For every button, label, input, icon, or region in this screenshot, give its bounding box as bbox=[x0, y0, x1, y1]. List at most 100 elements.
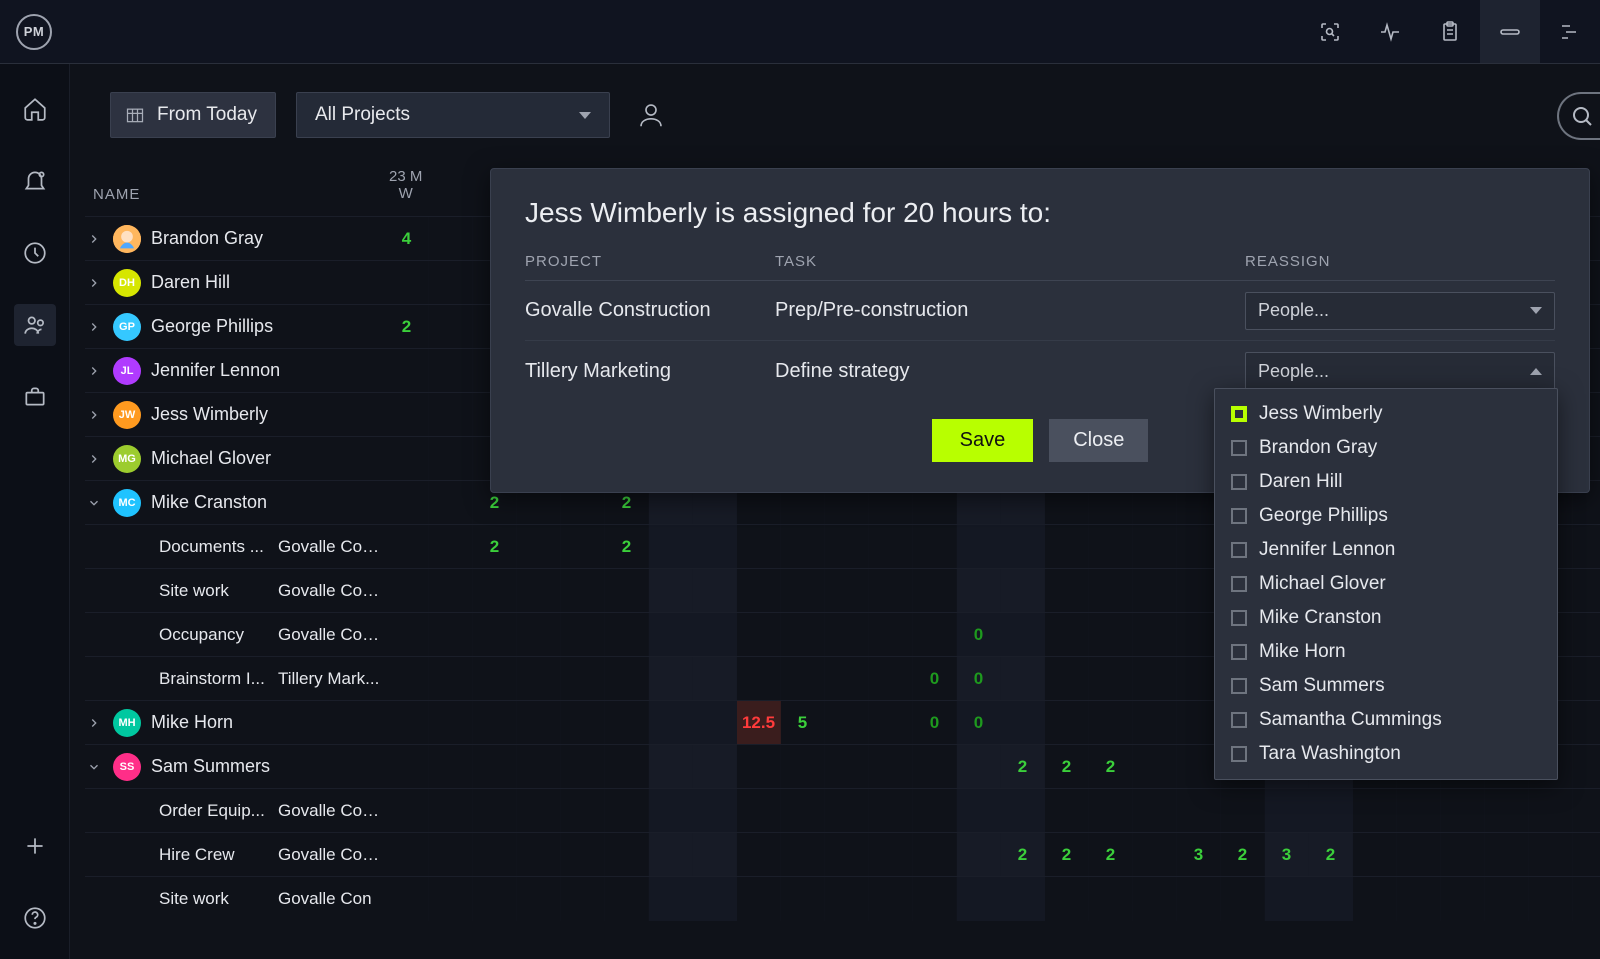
grid-cell[interactable]: 2 bbox=[1045, 745, 1089, 789]
grid-cell[interactable] bbox=[693, 657, 737, 701]
grid-cell[interactable] bbox=[737, 613, 781, 657]
grid-cell[interactable] bbox=[957, 789, 1001, 833]
grid-cell[interactable] bbox=[385, 745, 429, 789]
grid-cell[interactable] bbox=[605, 789, 649, 833]
grid-cell[interactable] bbox=[473, 877, 517, 921]
grid-cell[interactable] bbox=[561, 569, 605, 613]
grid-cell[interactable] bbox=[473, 745, 517, 789]
grid-cell[interactable] bbox=[649, 525, 693, 569]
grid-cell[interactable] bbox=[781, 569, 825, 613]
grid-cell[interactable] bbox=[649, 833, 693, 877]
grid-cell[interactable] bbox=[517, 525, 561, 569]
grid-cell[interactable] bbox=[913, 569, 957, 613]
grid-cell[interactable] bbox=[605, 657, 649, 701]
grid-cell[interactable] bbox=[1353, 789, 1397, 833]
grid-cell[interactable] bbox=[693, 569, 737, 613]
grid-cell[interactable]: 12.5 bbox=[737, 701, 781, 745]
grid-cell[interactable] bbox=[737, 789, 781, 833]
grid-cell[interactable] bbox=[825, 657, 869, 701]
grid-cell[interactable] bbox=[385, 701, 429, 745]
grid-cell[interactable] bbox=[1441, 877, 1485, 921]
grid-cell[interactable] bbox=[385, 613, 429, 657]
grid-cell[interactable] bbox=[1265, 877, 1309, 921]
grid-cell[interactable] bbox=[1309, 877, 1353, 921]
add-icon[interactable] bbox=[14, 825, 56, 867]
grid-cell[interactable] bbox=[737, 525, 781, 569]
grid-cell[interactable] bbox=[1089, 569, 1133, 613]
grid-cell[interactable] bbox=[1529, 877, 1573, 921]
grid-cell[interactable] bbox=[781, 833, 825, 877]
reassign-select[interactable]: People... bbox=[1245, 292, 1555, 330]
grid-cell[interactable]: 2 bbox=[1001, 833, 1045, 877]
grid-cell[interactable] bbox=[1221, 789, 1265, 833]
grid-cell[interactable] bbox=[825, 833, 869, 877]
dropdown-item[interactable]: Jennifer Lennon bbox=[1215, 533, 1557, 567]
grid-cell[interactable] bbox=[1089, 701, 1133, 745]
checkbox-icon[interactable] bbox=[1231, 406, 1247, 422]
grid-cell[interactable] bbox=[561, 701, 605, 745]
chevron-right-icon[interactable] bbox=[85, 450, 103, 468]
grid-cell[interactable] bbox=[1397, 877, 1441, 921]
grid-cell[interactable] bbox=[605, 701, 649, 745]
grid-cell[interactable] bbox=[1045, 877, 1089, 921]
grid-cell[interactable] bbox=[1045, 569, 1089, 613]
grid-cell[interactable] bbox=[737, 877, 781, 921]
grid-cell[interactable] bbox=[1133, 833, 1177, 877]
gantt-icon[interactable] bbox=[1540, 0, 1600, 63]
grid-cell[interactable]: 2 bbox=[473, 525, 517, 569]
grid-cell[interactable]: 2 bbox=[605, 525, 649, 569]
grid-cell[interactable] bbox=[605, 569, 649, 613]
grid-cell[interactable] bbox=[1001, 657, 1045, 701]
grid-cell[interactable] bbox=[385, 789, 429, 833]
grid-cell[interactable] bbox=[1441, 833, 1485, 877]
grid-cell[interactable] bbox=[737, 833, 781, 877]
grid-cell[interactable] bbox=[1089, 877, 1133, 921]
grid-cell[interactable] bbox=[781, 745, 825, 789]
grid-cell[interactable] bbox=[781, 613, 825, 657]
chevron-right-icon[interactable] bbox=[85, 406, 103, 424]
grid-cell[interactable]: 2 bbox=[1221, 833, 1265, 877]
grid-cell[interactable] bbox=[869, 657, 913, 701]
grid-cell[interactable] bbox=[913, 789, 957, 833]
grid-cell[interactable] bbox=[385, 349, 429, 393]
grid-cell[interactable] bbox=[1529, 789, 1573, 833]
grid-cell[interactable] bbox=[1133, 745, 1177, 789]
chevron-down-icon[interactable] bbox=[85, 758, 103, 776]
dropdown-item[interactable]: Sam Summers bbox=[1215, 669, 1557, 703]
grid-cell[interactable] bbox=[1045, 613, 1089, 657]
dropdown-item[interactable]: Mike Cranston bbox=[1215, 601, 1557, 635]
grid-cell[interactable] bbox=[1133, 525, 1177, 569]
grid-cell[interactable] bbox=[957, 569, 1001, 613]
grid-cell[interactable] bbox=[517, 745, 561, 789]
grid-cell[interactable] bbox=[429, 701, 473, 745]
grid-cell[interactable] bbox=[869, 613, 913, 657]
grid-cell[interactable] bbox=[825, 789, 869, 833]
task-row[interactable]: Hire CrewGovalle Con... bbox=[85, 832, 385, 876]
grid-cell[interactable] bbox=[385, 437, 429, 481]
grid-cell[interactable] bbox=[605, 745, 649, 789]
grid-cell[interactable] bbox=[869, 745, 913, 789]
grid-cell[interactable] bbox=[1089, 657, 1133, 701]
grid-cell[interactable] bbox=[1309, 789, 1353, 833]
grid-cell[interactable] bbox=[473, 789, 517, 833]
chevron-down-icon[interactable] bbox=[85, 494, 103, 512]
grid-cell[interactable] bbox=[869, 525, 913, 569]
grid-cell[interactable]: 2 bbox=[1089, 745, 1133, 789]
scan-icon[interactable] bbox=[1300, 0, 1360, 63]
grid-cell[interactable] bbox=[1485, 789, 1529, 833]
grid-cell[interactable] bbox=[957, 745, 1001, 789]
resource-row[interactable]: GPGeorge Phillips bbox=[85, 304, 385, 348]
workload-icon[interactable] bbox=[1480, 0, 1540, 63]
grid-cell[interactable] bbox=[473, 701, 517, 745]
grid-cell[interactable] bbox=[649, 569, 693, 613]
grid-cell[interactable] bbox=[1397, 833, 1441, 877]
grid-cell[interactable]: 3 bbox=[1265, 833, 1309, 877]
grid-cell[interactable] bbox=[693, 701, 737, 745]
grid-cell[interactable] bbox=[693, 613, 737, 657]
projects-filter-select[interactable]: All Projects bbox=[296, 92, 610, 138]
grid-cell[interactable] bbox=[825, 525, 869, 569]
grid-cell[interactable] bbox=[737, 657, 781, 701]
grid-cell[interactable] bbox=[517, 833, 561, 877]
grid-cell[interactable]: 0 bbox=[957, 701, 1001, 745]
grid-cell[interactable] bbox=[429, 393, 473, 437]
